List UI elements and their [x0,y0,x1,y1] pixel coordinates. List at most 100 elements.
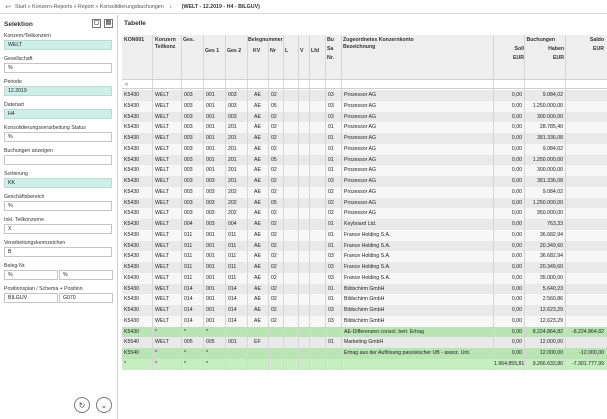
panel-icon[interactable]: ▤ [104,19,113,28]
field-input[interactable]: X [4,224,112,234]
field-input[interactable]: % [4,270,58,280]
refresh-icon[interactable]: ↻ [74,397,90,413]
cell-lfd [310,112,325,123]
field-label: Sortierung [4,171,28,177]
table-row[interactable]: K5430 WELT 003 001 201 AE 02 01 Prozessor AG 0,00… [122,143,607,155]
cell-kv [252,327,268,338]
col-nr[interactable]: Nr [270,48,276,55]
cell-saldo [566,155,606,166]
cell-saldo [566,251,606,262]
cell-nr: 02 [271,113,277,120]
cell-ges: 014 [184,307,193,313]
cell-bezeichnung: Prozessor AG [344,188,377,195]
col-bu[interactable]: Bu [327,37,334,44]
table-row[interactable]: K5540 WELT 005 005 001 EF 01 Marketing GmbH 0,00… [122,337,607,348]
col-kon001[interactable]: KON001 [124,37,144,44]
cell-soll: 0,00 [511,307,522,313]
table-row[interactable]: K5430 * * * AE-Differenzen consol. betr. Ert… [122,326,607,338]
cell-l [284,327,298,338]
table-row[interactable]: K5430 WELT 003 003 202 AE 02 02 Prozessor AG 0,00… [122,208,607,219]
col-zugeord[interactable]: Zugeordnetes Konzernkonto [343,37,414,44]
col-saldo[interactable]: Saldo [567,37,604,44]
col-nrr[interactable]: Nr. [327,55,334,62]
cell-lfd [310,337,325,348]
chevron-down-icon[interactable]: ⌄ [96,397,112,413]
col-ges[interactable]: Ges. [183,37,194,44]
field-label: Gesellschaft [4,56,33,62]
field-input[interactable]: % [59,270,113,280]
col-kv[interactable]: KV [253,48,260,55]
cell-kv: AE [254,188,261,195]
field-input[interactable]: 12.2019 [4,86,112,96]
col-lfd[interactable]: Lfd [311,48,319,55]
cell-konzern: WELT [155,102,170,109]
table-row[interactable]: K5430 WELT 003 003 201 AE 02 03 Prozessor AG 0,00… [122,176,607,187]
filter-row[interactable]: ▿ [122,80,607,89]
col-l[interactable]: L [285,48,288,55]
cell-lfd [310,198,325,209]
field-label: Konsolidierungsverarbeitung Status [4,125,86,131]
table-row[interactable]: K5430 WELT 014 001 014 AE 02 01 Bildschirm GmbH 0… [122,294,607,305]
table-row[interactable]: * * * * 1.964.855,81 9.266.633,80 -7.301.777,9… [122,358,607,370]
field-input[interactable]: BILGUV [4,293,58,303]
cell-l [284,273,298,284]
table-row[interactable]: K5430 WELT 011 001 011 AE 02 01 France Holding S… [122,229,607,241]
table-row[interactable]: K5430 WELT 003 001 201 AE 05 01 Prozessor AG 0,00… [122,154,607,166]
table-row[interactable]: K5430 WELT 003 001 201 AE 02 01 Prozessor AG 0,00… [122,133,607,144]
col-ges1[interactable]: Ges 1 [205,48,219,55]
table-row[interactable]: K5430 WELT 003 003 202 AE 02 02 Prozessor AG 0,00… [122,186,607,198]
table-row[interactable]: K5430 WELT 014 001 014 AE 02 03 Bildschirm GmbH 0… [122,315,607,327]
col-belegnummer[interactable]: Belegnummer [248,37,283,44]
cell-kon001: K5430 [124,328,140,335]
field-input[interactable]: B [4,247,112,257]
col-bezeichnung[interactable]: Bezeichnung [343,44,375,51]
field-input[interactable]: H4 [4,109,112,119]
table-row[interactable]: K5430 WELT 003 003 202 AE 05 02 Prozessor AG 0,00… [122,197,607,209]
table-row[interactable]: K5430 WELT 011 001 011 AE 02 03 France Holding S… [122,262,607,273]
field-input[interactable]: KK [4,178,112,188]
field-input[interactable]: % [4,132,112,142]
col-ges2[interactable]: Ges 2 [227,48,241,55]
back-icon[interactable]: ↩ [4,3,12,11]
table-row[interactable]: K5430 WELT 004 003 004 AE 02 01 Keyboard Ltd. 0,0… [122,219,607,230]
cell-bu: 01 [328,124,334,131]
col-teilkonz[interactable]: Teilkonz [155,44,175,51]
table-row[interactable]: K5430 WELT 014 001 014 AE 02 01 Bildschirm GmbH 0… [122,283,607,295]
filter-icon[interactable]: ▿ [125,81,128,88]
col-haben[interactable]: Haben [525,46,564,53]
col-sa[interactable]: Sa [327,46,333,53]
cell-lfd [310,327,325,338]
expand-icon[interactable]: ▢ [92,19,101,28]
field-input[interactable]: G070 [59,293,113,303]
cell-soll: 0,00 [511,317,522,324]
download-icon[interactable]: ↓ [167,3,175,11]
cell-haben: 5.640,23 [542,285,563,292]
column-divider [268,35,269,370]
cell-ges1: * [206,360,209,367]
field-input[interactable]: % [4,201,112,211]
table-row[interactable]: K5430 WELT 003 001 003 AE 02 03 Prozessor AG 0,00… [122,90,607,101]
cell-kon001: K5430 [124,317,140,324]
table-row[interactable]: K5430 WELT 011 001 011 AE 02 01 France Holding S… [122,240,607,252]
cell-bezeichnung: France Holding S.A. [344,231,391,238]
table-row[interactable]: K5430 WELT 003 001 201 AE 02 01 Prozessor AG 0,00… [122,165,607,176]
col-soll[interactable]: Soll [494,46,524,53]
table-row[interactable]: K5430 WELT 011 001 011 AE 02 03 France Holding S… [122,251,607,262]
field-input[interactable] [4,155,112,165]
table-row[interactable]: K5430 WELT 003 001 003 AE 05 03 Prozessor AG 0,00… [122,100,607,112]
table-row[interactable]: K5430 WELT 011 001 011 AE 02 03 France Holding S… [122,272,607,284]
col-konzern[interactable]: Konzern [155,37,176,44]
cell-kv: AE [254,178,261,184]
cell-nr: 02 [271,253,277,260]
col-v[interactable]: V [300,48,303,55]
breadcrumb[interactable]: Start » Konzern-Reports » Report » Konso… [15,4,164,10]
cell-kon001: K5430 [124,167,140,174]
table-row[interactable]: K5430 WELT 003 001 003 AE 02 03 Prozessor AG 0,00… [122,111,607,123]
field-input[interactable]: WELT [4,40,112,50]
cell-nr [269,337,283,348]
table-row[interactable]: K5430 WELT 014 001 014 AE 02 03 Bildschirm GmbH 0… [122,305,607,316]
field-input[interactable]: % [4,63,112,73]
table-row[interactable]: K5540 * * * Ertrag aus der Auflösung passivi… [122,348,607,359]
field-label: Buchungen anzeigen [4,148,53,154]
table-row[interactable]: K5430 WELT 003 001 201 AE 02 01 Prozessor AG 0,00… [122,122,607,133]
